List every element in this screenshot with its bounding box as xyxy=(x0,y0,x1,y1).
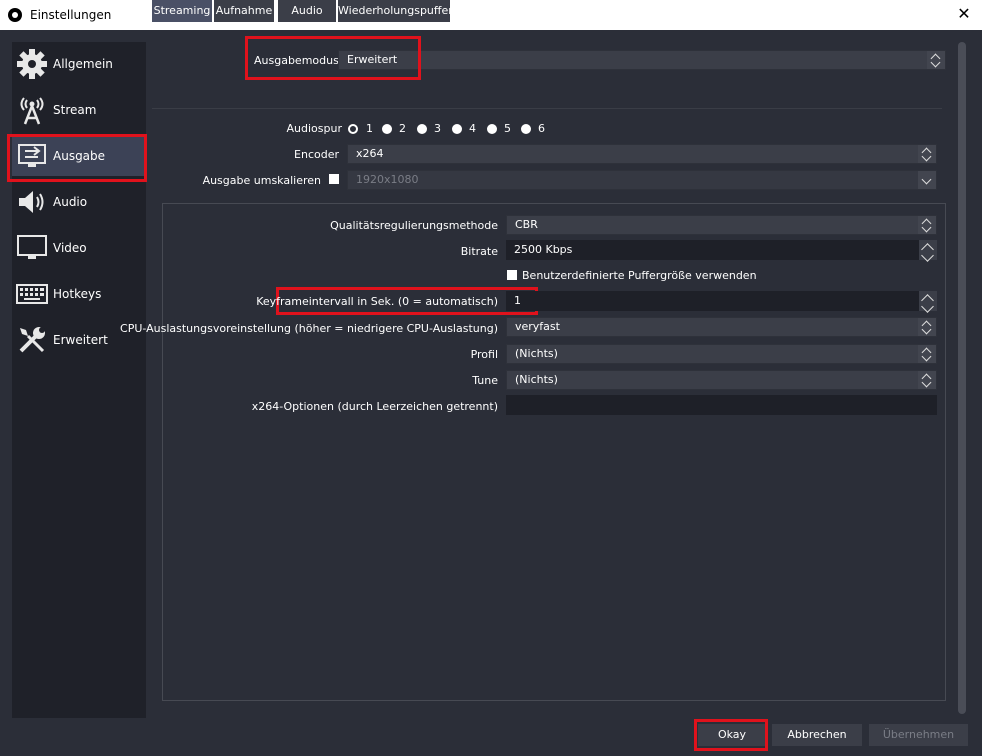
chevron-updown-icon xyxy=(927,51,945,69)
gear-icon xyxy=(17,49,47,79)
encoder-value: x264 xyxy=(356,147,384,160)
keyframe-value: 1 xyxy=(514,294,521,307)
close-icon[interactable]: ✕ xyxy=(954,4,974,24)
audio-track-option: 1 xyxy=(366,122,373,135)
cancel-button[interactable]: Abbrechen xyxy=(772,724,862,746)
tune-select[interactable]: (Nichts) xyxy=(506,370,937,390)
keyboard-icon xyxy=(16,284,48,304)
encoder-label: Encoder xyxy=(294,148,339,161)
cpu-preset-value: veryfast xyxy=(515,320,560,333)
tab-divider xyxy=(152,108,942,109)
rescale-checkbox[interactable] xyxy=(329,174,339,184)
cpu-preset-select[interactable]: veryfast xyxy=(506,317,937,337)
sidebar-item-audio[interactable]: Audio xyxy=(12,182,146,222)
profile-label: Profil xyxy=(470,348,498,361)
tools-icon xyxy=(19,327,45,353)
tab-audio[interactable]: Audio xyxy=(278,0,336,22)
custom-buffer-label: Benutzerdefinierte Puffergröße verwenden xyxy=(522,269,757,282)
chevron-updown-icon xyxy=(918,371,936,389)
vertical-scrollbar[interactable] xyxy=(958,42,966,714)
sidebar-item-label: Allgemein xyxy=(53,57,113,71)
output-mode-value: Erweitert xyxy=(347,53,398,66)
sidebar-item-label: Erweitert xyxy=(53,333,108,347)
tab-streaming[interactable]: Streaming xyxy=(152,0,212,22)
bitrate-label: Bitrate xyxy=(460,245,498,258)
chevron-updown-icon xyxy=(918,345,936,363)
tune-label: Tune xyxy=(472,374,498,387)
custom-buffer-checkbox[interactable] xyxy=(507,270,517,280)
chevron-down-icon xyxy=(918,171,936,189)
profile-value: (Nichts) xyxy=(515,347,558,360)
rescale-value: 1920x1080 xyxy=(356,173,419,186)
audio-track-option: 6 xyxy=(538,122,545,135)
sidebar-item-allgemein[interactable]: Allgemein xyxy=(12,44,146,84)
audio-track-option: 5 xyxy=(504,122,511,135)
audio-track-option: 2 xyxy=(399,122,406,135)
title-bar: Einstellungen ✕ xyxy=(0,0,982,30)
chevron-updown-icon xyxy=(918,145,936,163)
audio-track-radio-5[interactable] xyxy=(487,124,497,134)
rate-control-select[interactable]: CBR xyxy=(506,215,937,235)
rate-control-value: CBR xyxy=(515,218,538,231)
obs-logo-icon xyxy=(8,8,22,22)
spin-buttons[interactable] xyxy=(919,291,937,313)
tab-aufnahme[interactable]: Aufnahme xyxy=(214,0,274,22)
bitrate-spinbox[interactable]: 2500 Kbps xyxy=(506,240,937,262)
output-mode-select[interactable]: Erweitert xyxy=(338,50,946,70)
encoder-select[interactable]: x264 xyxy=(347,144,937,164)
tune-value: (Nichts) xyxy=(515,373,558,386)
cpu-preset-label: CPU-Auslastungsvoreinstellung (höher = n… xyxy=(120,322,498,335)
rate-control-label: Qualitätsregulierungsmethode xyxy=(330,219,498,232)
apply-button[interactable]: Übernehmen xyxy=(869,724,968,746)
speaker-icon xyxy=(19,191,44,213)
chevron-updown-icon xyxy=(918,216,936,234)
sidebar-item-label: Audio xyxy=(53,195,88,209)
output-monitor-icon xyxy=(18,144,46,167)
keyframe-label: Keyframeintervall in Sek. (0 = automatis… xyxy=(256,295,498,308)
tab-wiederholungspuffer[interactable]: Wiederholungspuffer xyxy=(338,0,453,22)
keyframe-spinbox[interactable]: 1 xyxy=(506,291,937,313)
audio-track-option: 4 xyxy=(469,122,476,135)
rescale-resolution-select[interactable]: 1920x1080 xyxy=(347,170,937,190)
x264-options-label: x264-Optionen (durch Leerzeichen getrenn… xyxy=(251,400,498,413)
sidebar-item-ausgabe[interactable]: Ausgabe xyxy=(12,136,146,176)
audio-track-radio-4[interactable] xyxy=(452,124,462,134)
ok-button[interactable]: Okay xyxy=(698,724,766,746)
sidebar-item-label: Ausgabe xyxy=(53,149,106,163)
audio-track-radio-6[interactable] xyxy=(521,124,531,134)
sidebar-item-label: Stream xyxy=(53,103,97,117)
window-title: Einstellungen xyxy=(30,8,112,22)
chevron-updown-icon xyxy=(918,318,936,336)
output-mode-label: Ausgabemodus xyxy=(254,54,339,67)
spin-buttons[interactable] xyxy=(919,240,937,262)
monitor-icon xyxy=(17,235,47,259)
sidebar-item-label: Video xyxy=(53,241,87,255)
profile-select[interactable]: (Nichts) xyxy=(506,344,937,364)
settings-sidebar: Allgemein Stream Ausgabe Audio Video Hot… xyxy=(12,42,146,718)
audio-track-radio-1[interactable] xyxy=(348,124,358,134)
audio-track-label: Audiospur xyxy=(286,122,342,135)
antenna-icon xyxy=(20,97,44,125)
sidebar-item-video[interactable]: Video xyxy=(12,228,146,268)
bitrate-value: 2500 Kbps xyxy=(514,243,573,256)
x264-options-input[interactable] xyxy=(506,395,937,415)
audio-track-radio-3[interactable] xyxy=(417,124,427,134)
sidebar-item-label: Hotkeys xyxy=(53,287,102,301)
audio-track-radio-2[interactable] xyxy=(382,124,392,134)
sidebar-item-hotkeys[interactable]: Hotkeys xyxy=(12,274,146,314)
sidebar-item-stream[interactable]: Stream xyxy=(12,90,146,130)
rescale-label: Ausgabe umskalieren xyxy=(202,174,321,187)
audio-track-option: 3 xyxy=(434,122,441,135)
